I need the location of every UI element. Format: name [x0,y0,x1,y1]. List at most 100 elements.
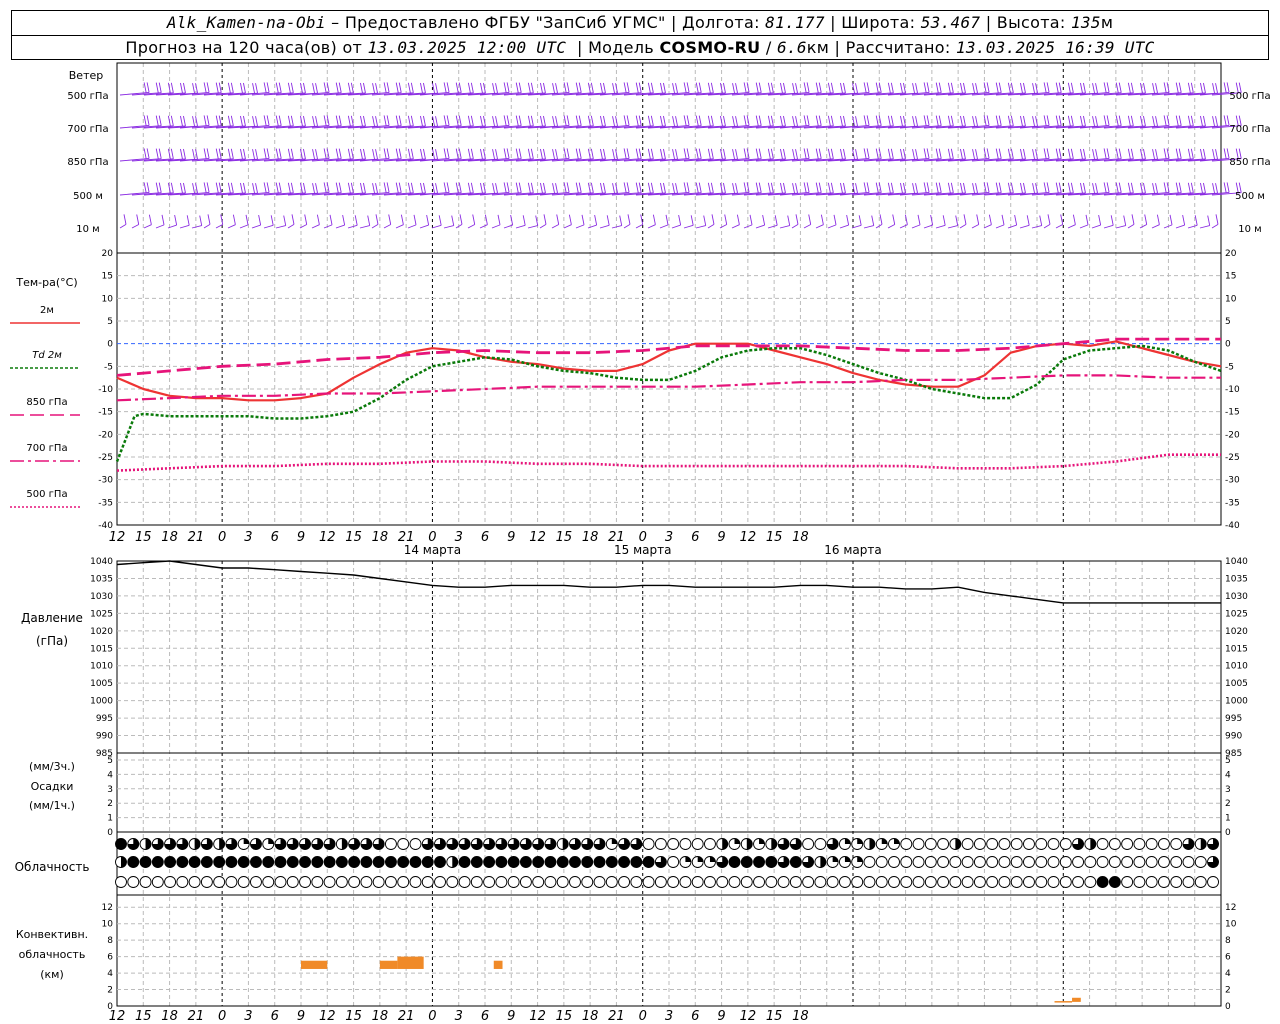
cloud-circle [740,876,753,888]
wind-barb-flag [815,182,819,193]
cloud-circle [127,876,140,888]
wind-barb [227,224,236,229]
cloud-symbol [691,856,704,868]
wind-barb-flag [410,82,414,93]
wind-barb-flag [594,214,598,226]
y-tick-label: 1015 [1225,644,1248,654]
wind-barb-flag [770,115,774,126]
y-tick-label: 1015 [90,644,113,654]
cloud-symbol [765,856,778,868]
cloud-symbol [225,838,238,850]
wind-barb-flag [603,82,606,94]
wind-barb-flag [435,149,438,160]
wind-barb-flag [484,214,488,225]
cloud-circle [654,876,667,888]
wind-barb-flag [183,82,186,94]
wind-barb-flag [566,115,570,126]
cloud-symbol [556,838,569,850]
wind-barb-flag [218,148,222,159]
legend-label: 850 гПа [26,397,67,408]
cloud-symbol [838,876,851,888]
wind-barb-flag [555,116,558,127]
cloud-circle [998,856,1011,868]
wind-barb-flag [443,82,447,93]
wind-barb-flag [1118,82,1122,93]
wind-barb [239,224,249,229]
wind-barb-flag [252,83,255,94]
wind-barb-flag [1190,148,1194,159]
wind-barb-flag [192,149,195,160]
wind-barb-flag [1152,183,1155,194]
cloud-symbol [728,838,741,850]
y-tick-label: 0 [1225,1002,1231,1012]
wind-barb-flag [818,82,822,93]
wind-barb-flag [683,148,687,159]
wind-barb-flag [663,148,666,160]
wind-barb-flag [240,182,243,194]
cloud-fill [1090,838,1096,850]
cloud-circle [998,838,1011,850]
x-tick-label: 3 [244,530,252,545]
cloud-circle [360,876,373,888]
cloud-symbol [581,856,594,868]
wind-barb-flag [480,115,483,127]
wind-barb-flag [543,148,546,160]
y-tick-label: -5 [1225,362,1234,372]
cloud-circle [888,876,900,888]
cloud-symbol [127,838,140,850]
cloud-circle [1121,856,1134,868]
wind-barb-flag [578,82,582,93]
wind-barb-flag [638,182,642,193]
cloud-symbol [1170,838,1183,850]
wind-barb-flag [749,214,753,225]
cloud-symbol [605,838,618,850]
cloud-title: Облачность [15,860,90,874]
wind-barb-flag [446,82,450,93]
cloud-symbol [1207,838,1219,850]
wind-barb-flag [386,148,390,159]
wind-barb-flag [566,182,570,193]
y-tick-label: 10 [102,294,114,304]
wind-barb-flag [827,182,831,193]
wind-barb-flag [1115,115,1119,126]
wind-barb-flag [840,182,843,194]
wind-barb-flag [506,115,510,126]
wind-barb-flag [360,115,363,127]
wind-barb-flag [243,148,246,160]
wind-barb-flag [375,149,378,160]
cloud-circle [642,876,655,888]
cloud-fill [219,838,225,850]
wind-barb-flag [1020,182,1023,194]
wind-barb-flag [774,215,778,226]
wind-barb-flag [976,214,980,225]
wind-barb-flag [1060,214,1064,225]
wind-barb-flag [830,115,834,126]
cloud-circle [875,876,888,888]
wind-barb-flag [1131,214,1135,225]
wind-barb-flag [950,182,954,193]
cloud-fill [857,856,863,862]
cloud-circle [286,876,299,888]
y-tick-label: 15 [102,272,113,282]
cloud-fill [857,838,863,844]
y-tick-label: 5 [107,317,113,327]
wind-barb-flag [255,183,258,194]
wind-barb-flag [1023,182,1026,194]
wind-barb [407,224,417,229]
wind-barb-flag [840,148,843,160]
cloud-symbol [127,856,140,868]
wind-barb-flag [1155,183,1158,194]
cloud-circle [704,838,716,850]
wind-barb-flag [998,148,1002,159]
wind-barb-flag [530,182,534,193]
temp-series-line [116,340,1222,402]
wind-barb-flag [723,115,726,127]
wind-barb-flag [672,149,675,160]
cloud-circle [753,876,765,888]
wind-barb-flag [367,215,371,226]
wind-barb-flag [1032,83,1035,94]
x-tick-label: 18 [372,530,389,545]
cloud-circle [728,856,741,868]
x-tick-label: 15 [135,1009,152,1024]
cloud-symbol [213,856,226,868]
